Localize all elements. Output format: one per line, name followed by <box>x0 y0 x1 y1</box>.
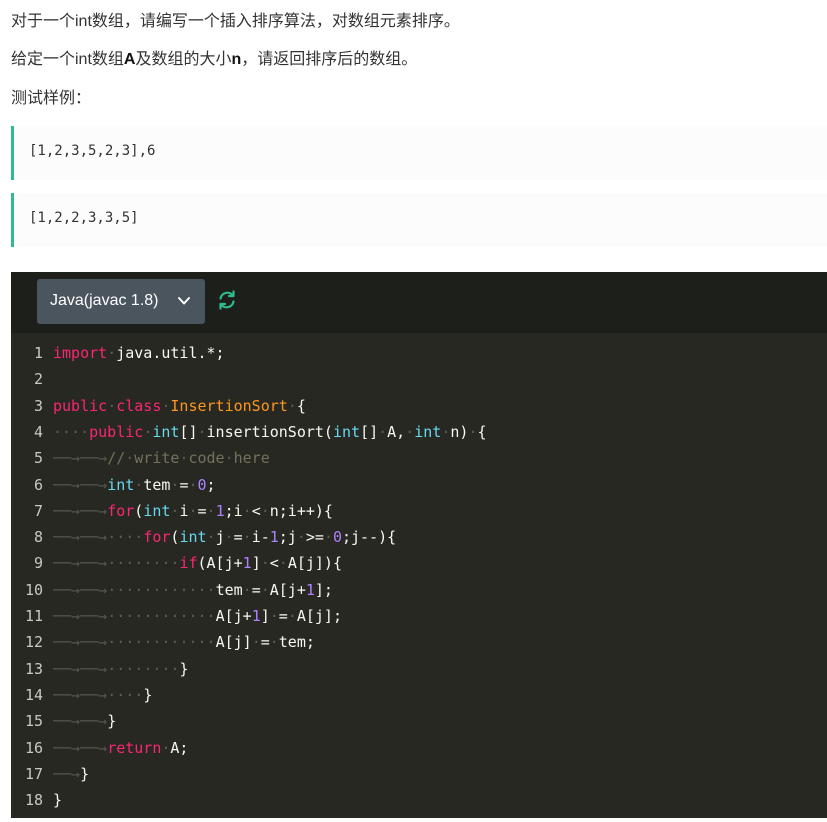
code-line-text[interactable]: ──→──→············tem·=·A[j+1]; <box>53 577 333 603</box>
param-n: n <box>231 51 242 68</box>
code-line-text[interactable]: ──→──→············A[j]·=·tem; <box>53 629 315 655</box>
sample-input: [1,2,3,5,2,3],6 <box>29 143 156 159</box>
language-select[interactable]: Java(javac 1.8) <box>37 279 205 324</box>
problem-input-spec-part: 给定一个int数组 <box>11 51 124 68</box>
code-line-text[interactable]: ····public·int[]·insertionSort(int[]·A,·… <box>53 419 487 445</box>
line-number: 2 <box>33 370 43 389</box>
sample-input-block: [1,2,3,5,2,3],6 <box>11 126 827 180</box>
code-line-text[interactable]: ──→──→····for(int·j·=·i-1;j·>=·0;j--){ <box>53 524 396 550</box>
line-number: 5 <box>33 449 43 468</box>
line-number: 7 <box>33 501 43 520</box>
code-line-text[interactable]: ──→──→····} <box>53 682 152 708</box>
code-line-text[interactable]: ──→──→int·tem·=·0; <box>53 472 216 498</box>
problem-statement: 对于一个int数组，请编写一个插入排序算法，对数组元素排序。 <box>11 13 460 30</box>
code-line-text[interactable]: ──→──→········if(A[j+1]·<·A[j]){ <box>53 550 342 576</box>
line-number: 3 <box>33 396 43 415</box>
line-number: 4 <box>33 422 43 441</box>
line-number: 13 <box>24 659 43 678</box>
sample-output: [1,2,2,3,3,5] <box>29 210 139 226</box>
code-line-text[interactable]: import·java.util.*; <box>53 340 225 366</box>
line-number: 14 <box>24 685 43 704</box>
line-number: 16 <box>24 738 43 757</box>
line-number: 9 <box>33 554 43 573</box>
line-number: 8 <box>33 528 43 547</box>
code-editor[interactable]: Java(javac 1.8) 1 import·java.util.*; 2 3 pu… <box>11 272 827 818</box>
line-number: 18 <box>24 791 43 810</box>
refresh-icon[interactable] <box>216 289 238 311</box>
code-line-text[interactable]: ──→──→return·A; <box>53 735 188 761</box>
code-line-text[interactable]: } <box>53 787 62 813</box>
line-number: 1 <box>33 344 43 362</box>
editor-toolbar: Java(javac 1.8) <box>11 272 827 333</box>
line-number: 17 <box>24 764 43 783</box>
param-a: A <box>123 51 136 68</box>
problem-input-spec-part: ，请返回排序后的数组。 <box>241 51 418 68</box>
chevron-down-icon <box>178 297 190 305</box>
code-line-text[interactable]: ──→} <box>53 761 89 787</box>
problem-input-spec: 给定一个int数组A及数组的大小n，请返回排序后的数组。 <box>11 50 417 70</box>
line-number: 11 <box>24 607 43 625</box>
code-line-text[interactable]: ──→──→············A[j+1]·=·A[j]; <box>53 603 342 629</box>
code-line-text[interactable]: ──→──→} <box>53 708 116 734</box>
line-number: 6 <box>33 475 43 494</box>
code-line-text[interactable]: ──→──→for(int·i·=·1;i·<·n;i++){ <box>53 498 333 524</box>
sample-output-block: [1,2,2,3,3,5] <box>11 193 827 247</box>
test-sample-label: 测试样例： <box>11 90 92 107</box>
code-line-text[interactable]: public·class·InsertionSort·{ <box>53 393 306 419</box>
problem-input-spec-part: 及数组的大小 <box>135 51 232 68</box>
line-number: 12 <box>24 633 43 652</box>
line-number: 15 <box>24 712 43 731</box>
language-select-label: Java(javac 1.8) <box>50 292 159 309</box>
code-line-text[interactable]: ──→──→········} <box>53 656 188 682</box>
code-line-text[interactable]: ──→──→//·write·code·here <box>53 445 270 471</box>
line-number: 10 <box>24 580 43 599</box>
